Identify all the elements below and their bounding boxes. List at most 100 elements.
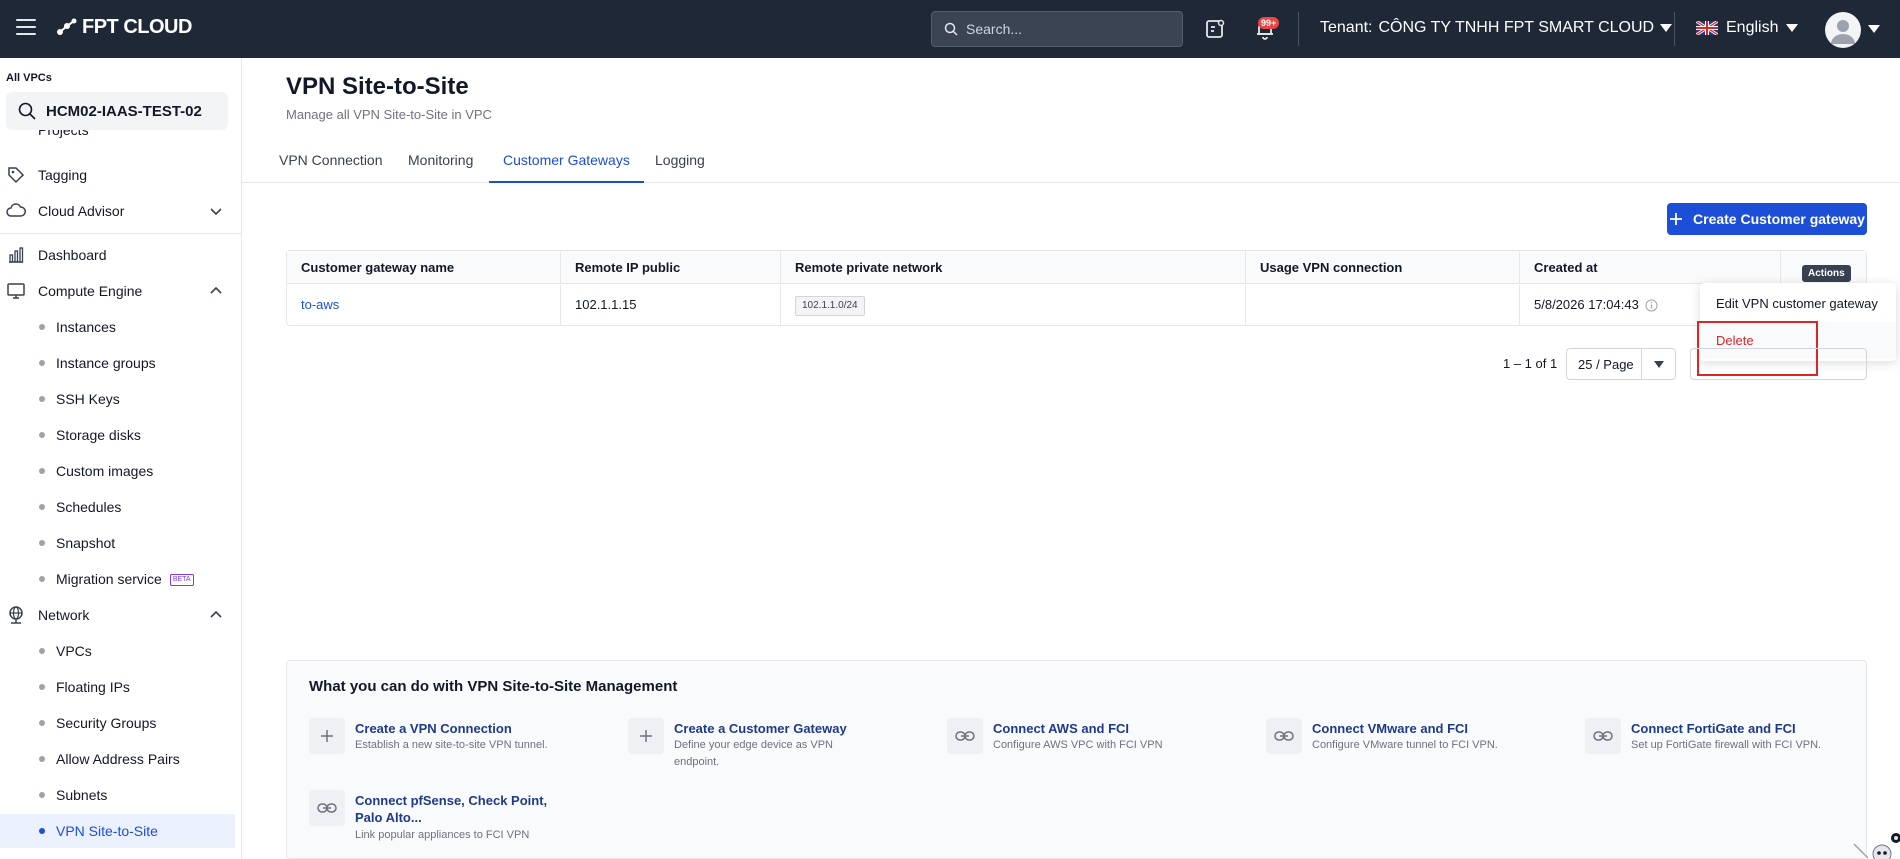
pagination-controls[interactable]: [1690, 348, 1867, 380]
sidebar-item-label: Cloud Advisor: [38, 203, 125, 219]
bullet-icon: [39, 360, 45, 366]
language-label: English: [1726, 19, 1779, 36]
vpc-name: HCM02-IAAS-TEST-02: [46, 102, 202, 120]
sidebar-item-vpn-site-to-site[interactable]: VPN Site-to-Site: [0, 814, 235, 848]
sidebar-item-label: Custom images: [56, 463, 154, 479]
edit-gateway-menu-item[interactable]: Edit VPN customer gateway: [1700, 285, 1896, 322]
column-header: Customer gateway name: [287, 251, 561, 284]
sidebar: All VPCs HCM02-IAAS-TEST-02 Projects Tag…: [0, 58, 242, 859]
info-icon[interactable]: [1645, 299, 1658, 312]
card-description: Configure VMware tunnel to FCI VPN.: [1312, 739, 1498, 751]
sidebar-item-label: Compute Engine: [38, 283, 143, 299]
card-title[interactable]: Connect AWS and FCI: [993, 720, 1129, 737]
sidebar-item-instance-groups[interactable]: Instance groups: [0, 346, 241, 380]
sidebar-item-label: VPCs: [56, 643, 92, 659]
search-icon: [18, 102, 36, 120]
tab-logging[interactable]: Logging: [655, 152, 705, 183]
card-title[interactable]: Connect FortiGate and FCI: [1631, 720, 1796, 737]
sidebar-item-migration-service[interactable]: Migration service BETA: [0, 562, 241, 596]
sidebar-item-compute-engine[interactable]: Compute Engine: [0, 274, 241, 308]
user-icon: [1831, 20, 1855, 44]
sidebar-item-floating-ips[interactable]: Floating IPs: [0, 670, 241, 704]
sidebar-item-network[interactable]: Network: [0, 598, 241, 632]
customer-gateways-table: Customer gateway name Remote IP public R…: [286, 250, 1867, 326]
tab-bar: VPN Connection Monitoring Customer Gatew…: [242, 142, 1900, 183]
sidebar-item-security-groups[interactable]: Security Groups: [0, 706, 241, 740]
link-icon: [1585, 718, 1621, 754]
divider: [1298, 12, 1299, 46]
table-header: Customer gateway name Remote IP public R…: [287, 251, 1866, 284]
chevron-down-icon: [210, 208, 222, 216]
link-icon: [1266, 718, 1302, 754]
brand-name: FPT CLOUD: [82, 16, 192, 38]
vpc-selector[interactable]: HCM02-IAAS-TEST-02: [6, 92, 228, 130]
usage-cell: [1246, 285, 1520, 325]
panel-title: What you can do with VPN Site-to-Site Ma…: [309, 678, 678, 695]
tag-icon: [8, 167, 25, 184]
global-search[interactable]: [931, 11, 1183, 47]
divider: [1674, 12, 1675, 46]
card-title[interactable]: Connect VMware and FCI: [1312, 720, 1468, 737]
tenant-selector[interactable]: Tenant: CÔNG TY TNHH FPT SMART CLOUD: [1320, 19, 1673, 37]
chevron-up-icon: [210, 286, 222, 294]
chevron-down-icon[interactable]: [1868, 25, 1880, 33]
sidebar-item-instances[interactable]: Instances: [0, 310, 241, 344]
sidebar-item-cloud-advisor[interactable]: Cloud Advisor: [0, 194, 241, 228]
card-description: Link popular appliances to FCI VPN: [355, 829, 530, 841]
private-network-cell: 102.1.1.0/24: [781, 285, 1246, 325]
divider: [1641, 349, 1642, 379]
tab-customer-gateways[interactable]: Customer Gateways: [489, 152, 644, 183]
sidebar-item-dashboard[interactable]: Dashboard: [0, 238, 241, 272]
sidebar-item-vpcs[interactable]: VPCs: [0, 634, 241, 668]
sidebar-item-label: Allow Address Pairs: [56, 751, 180, 767]
card-title[interactable]: Create a VPN Connection: [355, 720, 512, 737]
chevron-down-icon: [1660, 24, 1673, 32]
tab-monitoring[interactable]: Monitoring: [408, 152, 473, 183]
language-selector[interactable]: English: [1696, 19, 1799, 37]
bullet-icon: [39, 540, 45, 546]
card-title[interactable]: Create a Customer Gateway: [674, 720, 847, 737]
created-at-value: 5/8/2026 17:04:43: [1534, 297, 1639, 312]
search-input[interactable]: [966, 21, 1166, 37]
card-title[interactable]: Connect pfSense, Check Point, Palo Alto.…: [355, 792, 565, 826]
sidebar-item-projects[interactable]: Projects: [0, 130, 241, 142]
bullet-icon: [39, 684, 45, 690]
sidebar-item-custom-images[interactable]: Custom images: [0, 454, 241, 488]
sidebar-item-label: Dashboard: [38, 247, 107, 263]
chat-assistant-icon[interactable]: [1852, 830, 1900, 859]
plus-icon: [1670, 213, 1683, 225]
sidebar-item-label: Storage disks: [56, 427, 141, 443]
menu-icon[interactable]: [16, 19, 36, 39]
tasks-icon[interactable]: [1203, 17, 1227, 41]
sidebar-item-label: Instances: [56, 319, 116, 335]
sidebar-item-label: SSH Keys: [56, 391, 120, 407]
chevron-up-icon: [210, 610, 222, 618]
column-header: Usage VPN connection: [1246, 251, 1520, 284]
sidebar-item-subnets[interactable]: Subnets: [0, 778, 241, 812]
sidebar-item-tagging[interactable]: Tagging: [0, 158, 241, 192]
bullet-icon: [39, 468, 45, 474]
tab-vpn-connection[interactable]: VPN Connection: [279, 152, 383, 183]
gateway-name-link[interactable]: to-aws: [301, 297, 339, 312]
brand-logo[interactable]: FPT CLOUD: [56, 16, 192, 39]
pagination-range: 1 – 1 of 1: [1503, 356, 1558, 371]
sidebar-item-snapshot[interactable]: Snapshot: [0, 526, 241, 560]
page-size-select[interactable]: 25 / Page: [1566, 348, 1676, 380]
create-customer-gateway-button[interactable]: Create Customer gateway: [1667, 203, 1867, 235]
notification-badge: 99+: [1258, 17, 1280, 29]
chevron-down-icon: [1654, 361, 1664, 368]
sidebar-divider: [0, 233, 241, 234]
uk-flag-icon: [1696, 21, 1718, 35]
column-header: Remote IP public: [561, 251, 781, 284]
sidebar-item-ssh-keys[interactable]: SSH Keys: [0, 382, 241, 416]
sidebar-item-schedules[interactable]: Schedules: [0, 490, 241, 524]
bullet-icon: [39, 828, 45, 834]
bullet-icon: [39, 504, 45, 510]
column-header: Created at: [1520, 251, 1781, 284]
sidebar-item-allow-address-pairs[interactable]: Allow Address Pairs: [0, 742, 241, 776]
avatar[interactable]: [1825, 12, 1861, 48]
top-bar: FPT CLOUD 99+ Tenant: CÔNG TY TNHH FPT S…: [0, 0, 1900, 58]
bullet-icon: [39, 720, 45, 726]
bullet-icon: [39, 648, 45, 654]
sidebar-item-storage-disks[interactable]: Storage disks: [0, 418, 241, 452]
